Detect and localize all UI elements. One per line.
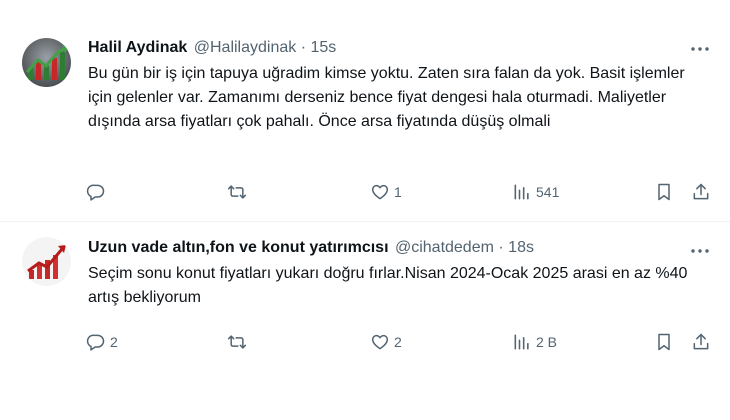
author-handle[interactable]: @Halilaydinak — [194, 39, 297, 56]
heart-icon — [370, 182, 390, 202]
like-button[interactable]: 2 — [370, 330, 402, 354]
more-icon[interactable] — [688, 242, 712, 260]
repost-icon — [227, 182, 247, 202]
tweet-text: Bu gün bir iş için tapuya uğradim kimse … — [88, 65, 685, 130]
bookmark-icon — [654, 182, 674, 202]
avatar[interactable] — [22, 38, 71, 87]
reply-icon — [86, 182, 106, 202]
reply-count: 2 — [110, 334, 118, 350]
tweet-header: Uzun vade altın,fon ve konut yatırımcısı… — [88, 237, 710, 259]
bookmark-icon — [654, 332, 674, 352]
reply-icon — [86, 332, 106, 352]
action-bar: 1 541 — [0, 180, 730, 204]
timestamp[interactable]: 15s — [311, 39, 337, 56]
repost-button[interactable] — [227, 180, 251, 204]
tweet[interactable]: Halil Aydinak @Halilaydinak · 15s Bu gün… — [0, 0, 730, 222]
separator-dot: · — [498, 239, 504, 256]
view-count: 2 B — [536, 334, 558, 350]
timestamp[interactable]: 18s — [508, 239, 534, 256]
bookmark-button[interactable] — [654, 180, 674, 204]
reply-button[interactable]: 2 — [86, 330, 118, 354]
tweet-text: Seçim sonu konut fiyatları yukarı doğru … — [88, 265, 688, 306]
heart-icon — [370, 332, 390, 352]
author-name[interactable]: Uzun vade altın,fon ve konut yatırımcısı — [88, 239, 389, 256]
share-button[interactable] — [691, 180, 711, 204]
views-button[interactable]: 541 — [512, 180, 559, 204]
views-chart-icon — [512, 332, 532, 352]
views-button[interactable]: 2 B — [512, 330, 557, 354]
share-button[interactable] — [691, 330, 711, 354]
views-chart-icon — [512, 182, 532, 202]
like-button[interactable]: 1 — [370, 180, 402, 204]
share-icon — [691, 182, 711, 202]
timeline-feed: Halil Aydinak @Halilaydinak · 15s Bu gün… — [0, 0, 730, 420]
share-icon — [691, 332, 711, 352]
bookmark-button[interactable] — [654, 330, 674, 354]
tweet[interactable]: Uzun vade altın,fon ve konut yatırımcısı… — [0, 222, 730, 372]
tweet-header: Halil Aydinak @Halilaydinak · 15s — [88, 37, 710, 59]
more-icon[interactable] — [688, 40, 712, 58]
repost-icon — [227, 332, 247, 352]
like-count: 1 — [394, 184, 402, 200]
view-count: 541 — [536, 184, 560, 200]
separator-dot: · — [300, 39, 307, 56]
author-handle[interactable]: @cihatdedem — [395, 239, 494, 256]
reply-button[interactable] — [86, 180, 110, 204]
like-count: 2 — [394, 334, 402, 350]
action-bar: 2 2 2 B — [0, 330, 730, 354]
author-name[interactable]: Halil Aydinak — [88, 39, 187, 56]
avatar[interactable] — [22, 237, 71, 286]
repost-button[interactable] — [227, 330, 251, 354]
